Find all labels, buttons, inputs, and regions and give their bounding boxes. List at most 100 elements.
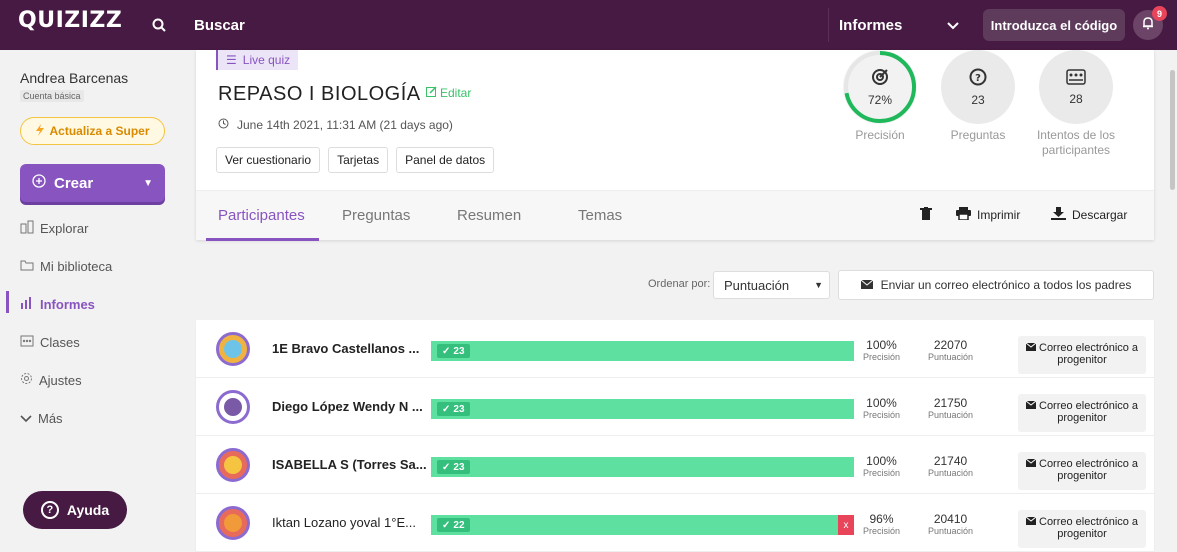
sidebar-item-settings[interactable]: Ajustes [20,370,82,390]
email-parent-label: Correo electrónico a progenitor [1039,516,1139,540]
avatar [216,390,250,424]
envelope-icon [860,278,873,292]
question-circle-icon: ? [40,501,59,519]
correct-count-pill: ✓ 22 [437,518,470,532]
caret-down-icon: ▼ [143,177,153,189]
participant-row[interactable]: ISABELLA S (Torres Sa... ✓ 23 100% Precis… [196,436,1154,494]
accuracy-metric: 100% Precisión [863,454,900,478]
sidebar-item-label: Clases [40,334,80,350]
email-parent-label: Correo electrónico a progenitor [1039,342,1139,366]
active-nav-indicator [6,291,9,313]
settings-icon [20,372,33,388]
participant-name[interactable]: ISABELLA S (Torres Sa... [272,457,427,472]
participants-list: 1E Bravo Castellanos ... ✓ 23 100% Precis… [196,320,1154,552]
email-parent-button[interactable]: Correo electrónico a progenitor [1018,510,1146,548]
search-label: Buscar [194,16,245,34]
sidebar-item-label: Mi biblioteca [40,258,113,274]
correct-count: 23 [453,461,465,473]
download-icon [1051,207,1066,223]
attempts-value: 28 [1069,91,1083,106]
upgrade-button[interactable]: Actualiza a Super [20,117,165,145]
notifications-button[interactable]: 9 [1133,6,1167,40]
email-parent-label: Correo electrónico a progenitor [1039,458,1139,482]
avatar [216,448,250,482]
sort-select[interactable]: Puntuación ▼ [713,271,830,299]
list-icon: ☰ [226,53,237,67]
print-button[interactable]: Imprimir [956,207,1020,223]
score-metric: 21740 Puntuación [928,454,973,478]
dashboard-button[interactable]: Panel de datos [396,147,495,173]
email-parent-button[interactable]: Correo electrónico a progenitor [1018,452,1146,490]
sidebar-item-label: Explorar [40,220,89,236]
tab-topics[interactable]: Temas [578,207,622,224]
email-parent-button[interactable]: Correo electrónico a progenitor [1018,394,1146,432]
reports-dropdown[interactable]: Informes [828,8,973,42]
scrollbar-thumb[interactable] [1170,70,1175,190]
edit-label: Editar [440,86,472,100]
user-plan-badge: Cuenta básica [20,90,84,102]
score-value: 21740 [933,454,968,468]
progress-bar: ✓ 23 [431,341,854,361]
notification-badge: 9 [1152,6,1167,21]
correct-count-pill: ✓ 23 [437,344,470,358]
sidebar-item-more[interactable]: Más [20,408,63,428]
participant-name[interactable]: Iktan Lozano yoval 1°E... [272,515,416,530]
tab-summary[interactable]: Resumen [457,207,521,224]
attempts-circle: 28 [1039,50,1113,124]
progress-bar: ✓ 22 x [431,515,854,535]
participant-name[interactable]: Diego López Wendy N ... [272,399,423,414]
sidebar-item-label: Ajustes [39,372,82,388]
participant-row[interactable]: Diego López Wendy N ... ✓ 23 100% Precisi… [196,378,1154,436]
plus-circle-icon [32,174,46,192]
help-label: Ayuda [66,502,110,518]
question-circle-icon: ? [969,68,987,91]
explore-icon [20,220,34,237]
sidebar: Andrea Barcenas Cuenta básica Actualiza … [0,50,180,537]
email-parent-button[interactable]: Correo electrónico a progenitor [1018,336,1146,374]
correct-count-pill: ✓ 23 [437,402,470,416]
quiz-action-buttons: Ver cuestionario Tarjetas Panel de datos [216,147,495,173]
sidebar-item-classes[interactable]: Clases [20,332,80,352]
participant-row[interactable]: Iktan Lozano yoval 1°E... ✓ 22 x 96% Prec… [196,494,1154,552]
sidebar-item-library[interactable]: Mi biblioteca [20,256,112,276]
enter-code-button[interactable]: Introduzca el código [983,9,1125,41]
envelope-icon [1025,458,1037,470]
accuracy-value: 72% [867,92,893,107]
target-icon [871,68,889,91]
score-label: Puntuación [928,526,974,536]
accuracy-label: Precisión [855,128,905,142]
participant-row[interactable]: 1E Bravo Castellanos ... ✓ 23 100% Precis… [196,320,1154,378]
email-parent-label: Correo electrónico a progenitor [1039,400,1139,424]
search-bar[interactable]: Buscar [144,8,828,42]
accuracy-value: 96% [869,512,894,526]
help-button[interactable]: ? Ayuda [23,491,127,529]
search-icon [144,18,174,32]
tab-questions[interactable]: Preguntas [342,207,410,224]
delete-button[interactable] [920,207,932,224]
view-quiz-button[interactable]: Ver cuestionario [216,147,321,173]
score-value: 20410 [933,512,968,526]
correct-count: 23 [453,345,465,357]
check-icon: ✓ [442,403,451,415]
questions-stat: ? 23 Preguntas [938,50,1018,143]
email-all-parents-button[interactable]: Enviar un correo electrónico a todos los… [838,270,1154,300]
tab-participants[interactable]: Participantes [218,207,305,224]
avatar [216,332,250,366]
flashcards-button[interactable]: Tarjetas [328,147,389,173]
download-button[interactable]: Descargar [1051,207,1127,223]
sidebar-item-reports[interactable]: Informes [20,294,95,314]
quiz-date-text: June 14th 2021, 11:31 AM (21 days ago) [237,118,453,132]
participant-name[interactable]: 1E Bravo Castellanos ... [272,341,419,356]
score-label: Puntuación [928,410,974,420]
accuracy-label: Precisión [863,410,901,420]
quizizz-logo[interactable]: QUIZIZZ [18,8,122,33]
quiz-header-card: ☰ Live quiz REPASO I BIOLOGÍA Editar Jun… [196,50,1154,241]
sort-label: Ordenar por: [648,278,711,290]
correct-count: 22 [453,519,465,531]
edit-link[interactable]: Editar [426,86,471,100]
reports-icon [20,296,34,312]
create-button[interactable]: Crear ▼ [20,164,165,202]
incorrect-segment: x [838,515,854,535]
quiz-title: REPASO I BIOLOGÍA [218,83,421,105]
sidebar-item-explore[interactable]: Explorar [20,218,88,238]
